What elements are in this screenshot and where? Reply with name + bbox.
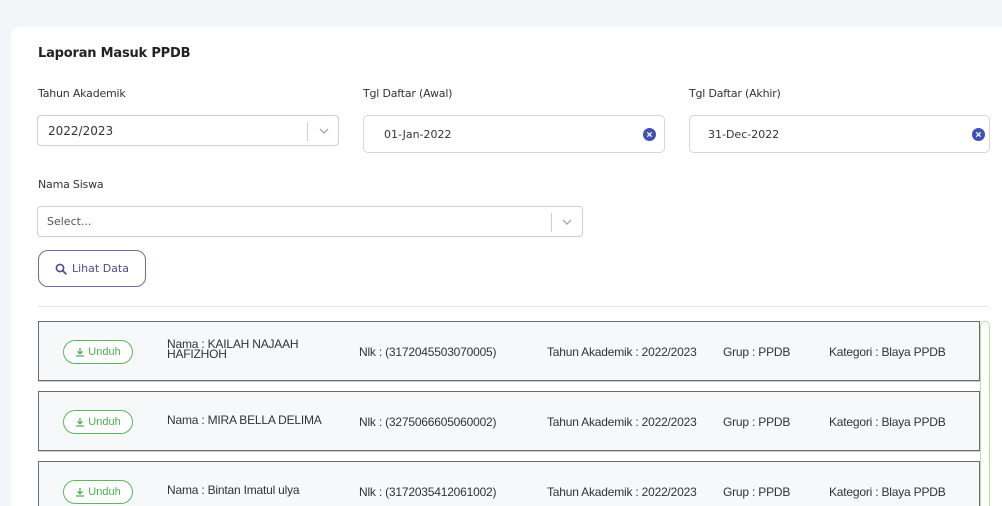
tgl-akhir-label: Tgl Daftar (Akhir) xyxy=(689,87,781,100)
tgl-akhir-input[interactable]: 31-Dec-2022 xyxy=(689,115,990,153)
unduh-label: Unduh xyxy=(88,346,121,358)
download-icon xyxy=(76,418,85,427)
row-grup: Grup : PPDB xyxy=(723,415,791,429)
download-icon xyxy=(76,348,85,357)
row-kategori: Kategori : Blaya PPDB xyxy=(829,345,946,359)
tahun-akademik-label: Tahun Akademik xyxy=(38,87,126,100)
unduh-label: Unduh xyxy=(88,416,121,428)
tahun-akademik-value: 2022/2023 xyxy=(48,124,114,138)
section-divider xyxy=(38,306,988,307)
chevron-down-icon[interactable] xyxy=(560,215,574,229)
table-row: Unduh Nama : MIRA BELLA DELIMA Nlk : (32… xyxy=(38,391,980,451)
row-tahun: Tahun Akademik : 2022/2023 xyxy=(547,415,697,429)
tgl-awal-input[interactable]: 01-Jan-2022 xyxy=(363,115,665,153)
clear-icon[interactable] xyxy=(972,128,985,141)
tgl-akhir-value: 31-Dec-2022 xyxy=(708,128,780,141)
clear-icon[interactable] xyxy=(643,128,656,141)
nama-siswa-select[interactable]: Select... xyxy=(37,206,583,237)
chevron-down-icon[interactable] xyxy=(317,124,331,138)
select-separator xyxy=(307,122,308,141)
row-kategori: Kategori : Blaya PPDB xyxy=(829,415,946,429)
row-grup: Grup : PPDB xyxy=(723,485,791,499)
row-nik: Nlk : (3172035412061002) xyxy=(359,485,497,499)
scrollbar[interactable] xyxy=(980,321,990,506)
row-tahun: Tahun Akademik : 2022/2023 xyxy=(547,345,697,359)
table-row: Unduh Nama : KAILAH NAJAAH HAFIZHOH Nlk … xyxy=(38,321,980,381)
unduh-button[interactable]: Unduh xyxy=(63,410,133,434)
lihat-data-button[interactable]: Lihat Data xyxy=(38,250,146,287)
tgl-awal-label: Tgl Daftar (Awal) xyxy=(363,87,453,100)
lihat-data-label: Lihat Data xyxy=(72,262,129,275)
row-nik: Nlk : (3172045503070005) xyxy=(359,345,497,359)
select-separator xyxy=(551,213,552,232)
tgl-awal-value: 01-Jan-2022 xyxy=(384,128,452,141)
page-title: Laporan Masuk PPDB xyxy=(38,46,191,61)
row-nama: Nama : MIRA BELLA DELIMA xyxy=(167,413,322,427)
unduh-button[interactable]: Unduh xyxy=(63,340,133,364)
row-nik: Nlk : (3275066605060002) xyxy=(359,415,497,429)
nama-siswa-placeholder: Select... xyxy=(47,215,92,228)
row-nama: Nama : KAILAH NAJAAH HAFIZHOH xyxy=(167,337,299,361)
row-tahun: Tahun Akademik : 2022/2023 xyxy=(547,485,697,499)
row-grup: Grup : PPDB xyxy=(723,345,791,359)
unduh-label: Unduh xyxy=(88,486,121,498)
row-kategori: Kategori : Blaya PPDB xyxy=(829,485,946,499)
download-icon xyxy=(76,488,85,497)
unduh-button[interactable]: Unduh xyxy=(63,480,133,504)
search-icon xyxy=(55,263,67,275)
nama-siswa-label: Nama Siswa xyxy=(38,178,104,191)
row-nama: Nama : Bintan Imatul ulya xyxy=(167,483,300,497)
table-row: Unduh Nama : Bintan Imatul ulya Nlk : (3… xyxy=(38,461,980,506)
tahun-akademik-select[interactable]: 2022/2023 xyxy=(37,115,339,146)
